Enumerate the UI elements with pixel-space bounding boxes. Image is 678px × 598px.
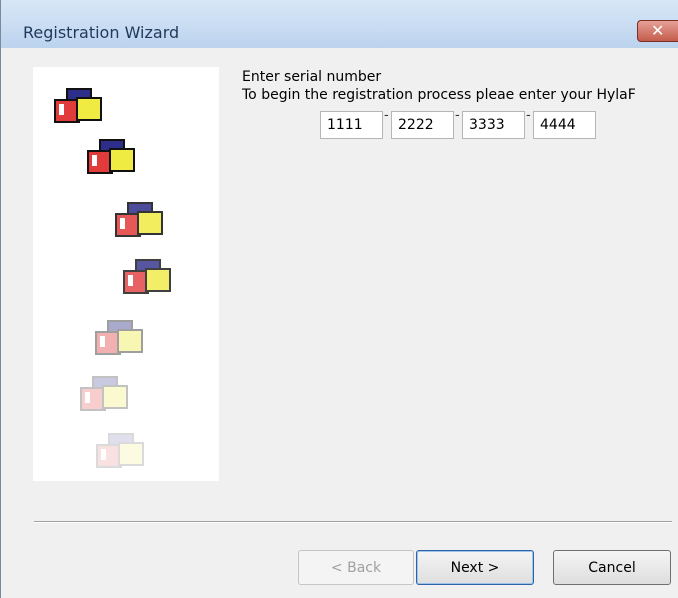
close-icon: ✕ (651, 21, 665, 40)
window-title: Registration Wizard (23, 23, 180, 42)
serial-field-3[interactable] (462, 111, 525, 139)
title-bar[interactable]: Registration Wizard ✕ (1, 0, 678, 48)
cancel-button[interactable]: Cancel (553, 550, 671, 585)
next-button[interactable]: Next > (416, 550, 534, 585)
step-heading: Enter serial number (242, 69, 382, 85)
serial-field-1[interactable] (320, 111, 383, 139)
close-button[interactable]: ✕ (637, 20, 678, 42)
back-button[interactable]: < Back (298, 550, 414, 585)
serial-field-4[interactable] (533, 111, 596, 139)
serial-separator: - (526, 108, 531, 123)
serial-separator: - (384, 108, 389, 123)
wizard-side-panel (33, 67, 219, 481)
registration-wizard-window: Registration Wizard ✕ Enter serial numbe… (0, 0, 678, 598)
serial-field-2[interactable] (391, 111, 454, 139)
serial-separator: - (455, 108, 460, 123)
footer-divider (34, 521, 672, 523)
step-description: To begin the registration process pleae … (242, 87, 636, 103)
